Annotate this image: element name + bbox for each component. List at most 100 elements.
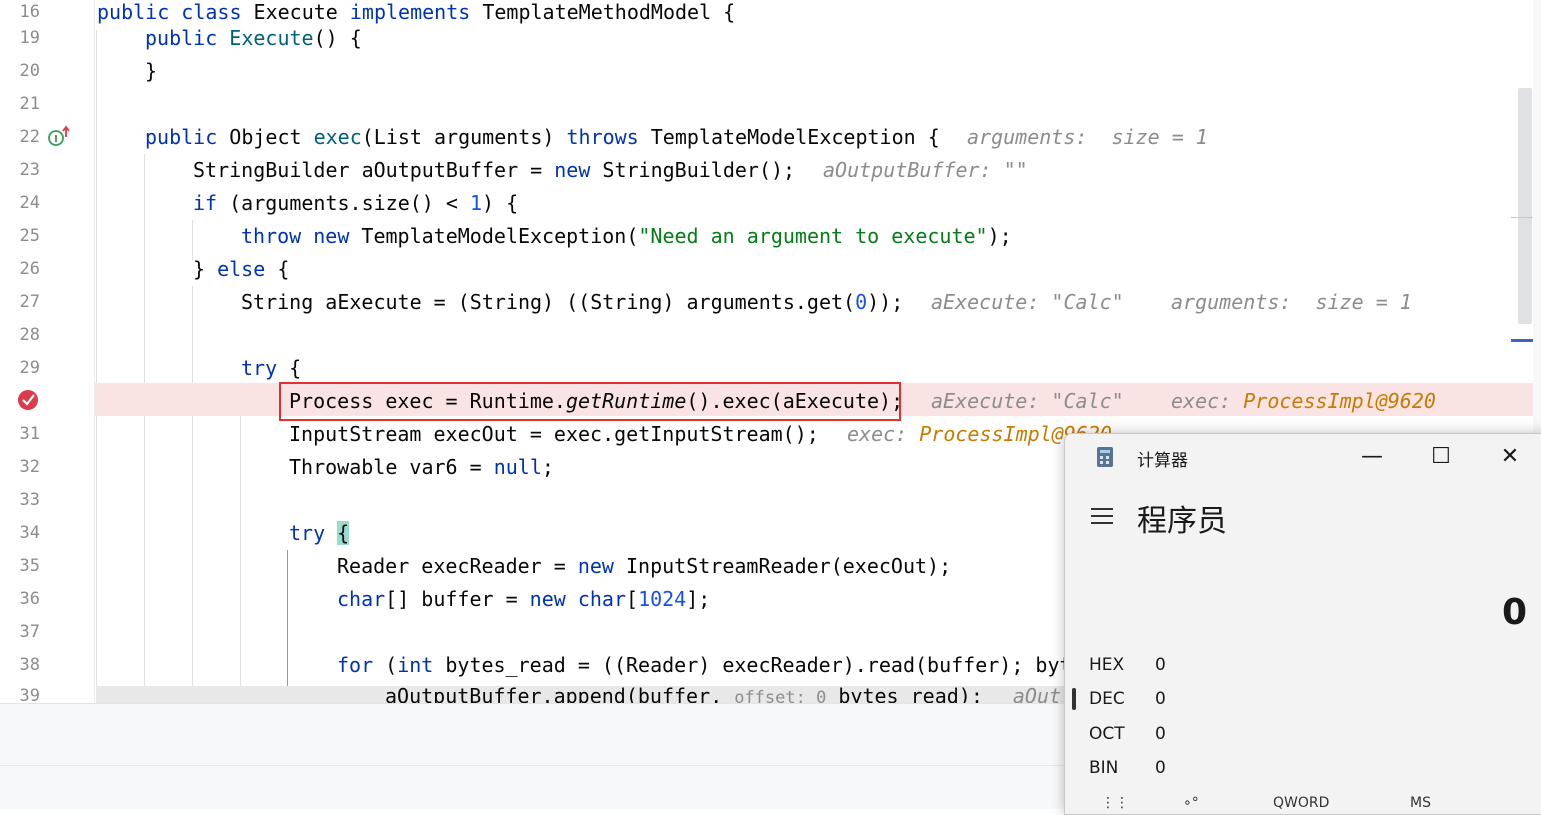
token: Throwable var6 =: [289, 455, 494, 479]
token: aOutputBuffer.append(buffer,: [385, 684, 735, 703]
token: implements: [349, 0, 483, 24]
token: Execute: [229, 26, 314, 50]
token: () {: [313, 26, 362, 50]
line-number: 25: [19, 226, 40, 246]
inline-debug-hint: arguments: size = 1: [967, 125, 1208, 149]
token: char: [337, 587, 386, 611]
token: for: [337, 653, 386, 677]
editor-scrollbar-thumb[interactable]: [1518, 88, 1532, 324]
code-line-27: String aExecute = (String) ((String) arg…: [241, 286, 903, 319]
memory-store-button[interactable]: MS: [1410, 795, 1431, 811]
token: }: [193, 257, 218, 281]
token: TemplateMethodModel {: [482, 0, 736, 24]
indent-guide-active: [287, 550, 288, 703]
calculator-title: 计算器: [1137, 451, 1188, 471]
implements-gutter-icon[interactable]: I: [47, 125, 71, 147]
radix-label: HEX: [1089, 655, 1125, 675]
token: Object: [229, 125, 314, 149]
line-number: 31: [19, 424, 40, 444]
hamburger-menu-icon[interactable]: [1091, 508, 1113, 526]
line-number: 38: [19, 655, 40, 675]
token: ));: [867, 290, 904, 314]
token: 1: [469, 191, 482, 215]
token: [: [626, 587, 639, 611]
token: null: [493, 455, 542, 479]
token: new: [577, 554, 626, 578]
line-number: 20: [19, 61, 40, 81]
token: Execute: [253, 0, 350, 24]
line-number: 21: [19, 94, 40, 114]
maximize-button[interactable]: ☐: [1421, 442, 1461, 472]
token: char: [577, 587, 627, 611]
error-stripe-mark: [1511, 217, 1533, 218]
line-number: 29: [19, 358, 40, 378]
calculator-titlebar[interactable]: 计算器 — ☐ ✕: [1065, 434, 1541, 480]
calculator-window[interactable]: 计算器 — ☐ ✕ 程序员 0 HEX 0 DEC 0 OCT 0 BIN 0 ⋮⋮ ∘…: [1064, 433, 1541, 815]
token: public: [145, 125, 230, 149]
calculator-app-icon: [1097, 447, 1113, 467]
token: bytes_read = ((Reader) execReader).read(…: [445, 653, 1072, 677]
token: exec: [313, 125, 362, 149]
token: Reader execReader =: [337, 554, 578, 578]
word-size-button[interactable]: QWORD: [1273, 795, 1329, 811]
radix-value: 0: [1155, 758, 1166, 778]
token: public class: [97, 0, 254, 24]
caret-stripe-mark: [1511, 339, 1533, 342]
line-number: 23: [19, 160, 40, 180]
token: try: [241, 356, 290, 380]
code-line-35: Reader execReader = new InputStreamReade…: [337, 550, 951, 583]
token: );: [987, 224, 1012, 248]
indent-guide: [192, 286, 193, 703]
svg-text:I: I: [54, 134, 58, 145]
inline-param-hint: offset: 0: [734, 688, 827, 703]
inline-debug-hint: aExecute: "Calc": [931, 389, 1124, 413]
line-number: 22: [19, 127, 40, 147]
radix-value: 0: [1155, 724, 1166, 744]
token: else: [217, 257, 278, 281]
token: TemplateModelException(: [361, 224, 639, 248]
line-number: 28: [19, 325, 40, 345]
token: (arguments.size() <: [229, 191, 470, 215]
line-number: 39: [19, 686, 40, 703]
code-line-22: public Object exec(List arguments) throw…: [145, 121, 940, 154]
radix-row-dec[interactable]: DEC 0: [1089, 689, 1166, 709]
token: if: [193, 191, 230, 215]
bit-toggle-icon[interactable]: ∘°: [1183, 795, 1199, 811]
line-number: 24: [19, 193, 40, 213]
code-line-38: for (int bytes_read = ((Reader) execRead…: [337, 649, 1072, 682]
radix-label: DEC: [1089, 689, 1125, 709]
token: int: [397, 653, 446, 677]
token: new: [313, 224, 362, 248]
token: "Need an argument to execute": [638, 224, 988, 248]
radix-row-oct[interactable]: OCT 0: [1089, 724, 1166, 744]
code-line-19: public Execute() {: [145, 22, 362, 55]
line-number: 32: [19, 457, 40, 477]
code-line-39: aOutputBuffer.append(buffer, offset: 0 b…: [385, 680, 1061, 703]
token: StringBuilder();: [602, 158, 796, 182]
radix-row-hex[interactable]: HEX 0: [1089, 655, 1166, 675]
indent-guide: [240, 385, 241, 703]
inline-debug-hint: exec: ProcessImpl@9620: [1171, 385, 1436, 418]
keypad-icon[interactable]: ⋮⋮: [1101, 795, 1129, 811]
radix-active-indicator: [1072, 688, 1076, 710]
radix-value: 0: [1155, 655, 1166, 675]
token: ) {: [482, 191, 519, 215]
radix-row-bin[interactable]: BIN 0: [1089, 758, 1166, 778]
token: try: [289, 521, 338, 545]
annotation-red-box: [279, 382, 901, 421]
minimize-button[interactable]: —: [1352, 442, 1392, 472]
line-number: 34: [19, 523, 40, 543]
code-line-36: char[] buffer = new char[1024];: [337, 583, 710, 616]
inline-debug-hint: aExecute: "Calc": [931, 290, 1124, 314]
radix-label: OCT: [1089, 724, 1125, 744]
breakpoint-icon[interactable]: [17, 388, 41, 412]
close-button[interactable]: ✕: [1490, 442, 1530, 472]
token: TemplateModelException {: [650, 125, 940, 149]
code-line-34: try {: [289, 517, 350, 550]
token: throws: [566, 125, 651, 149]
token: String aExecute = (String) ((String) arg…: [241, 290, 856, 314]
indent-guide: [96, 30, 97, 703]
matched-brace: {: [337, 521, 350, 545]
code-line-31: InputStream execOut = exec.getInputStrea…: [289, 422, 819, 446]
code-line-29: try {: [241, 352, 301, 385]
